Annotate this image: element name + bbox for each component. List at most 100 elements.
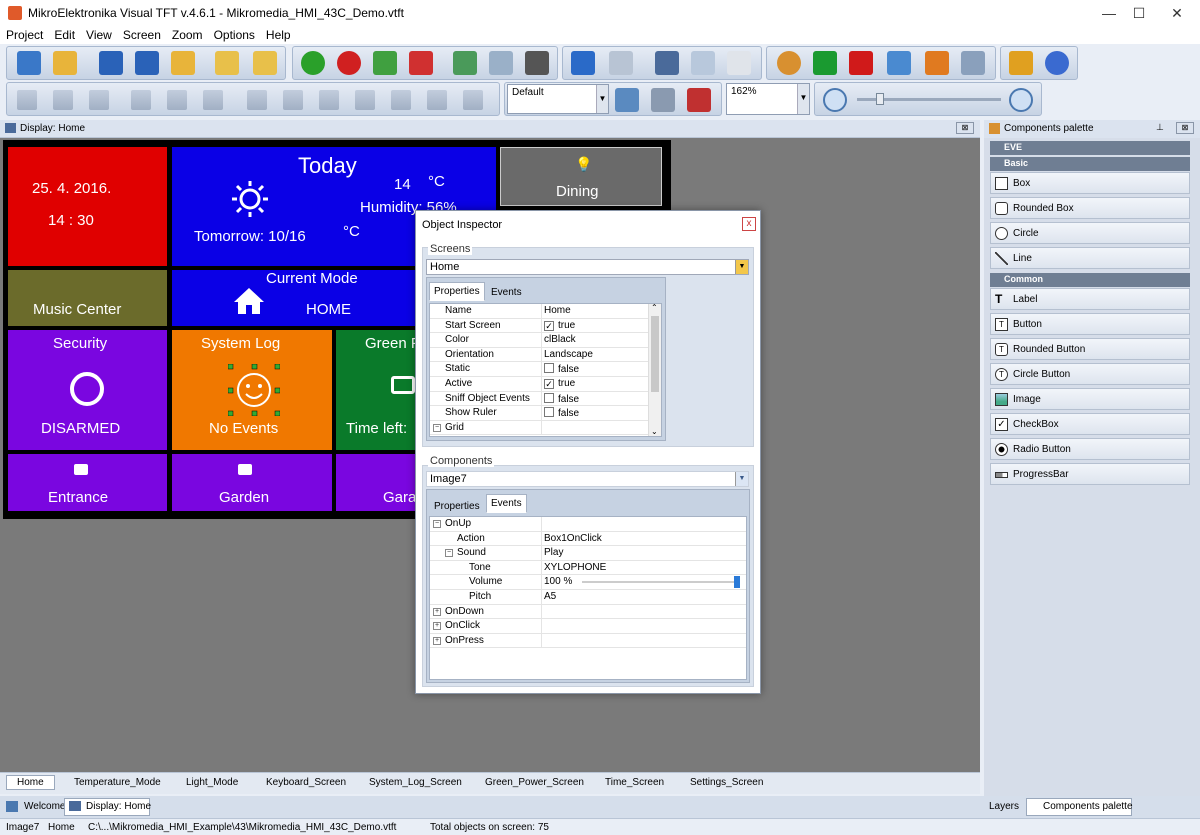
dining-tile[interactable]: 💡 Dining (500, 147, 662, 206)
event-row[interactable]: − OnUp (430, 517, 746, 532)
property-row[interactable]: Active ✓ true (430, 377, 648, 392)
property-row[interactable]: Orientation Landscape (430, 347, 648, 363)
close-project-icon[interactable] (171, 51, 195, 75)
event-row[interactable]: + OnPress (430, 633, 746, 649)
event-row[interactable]: − Sound Play (430, 546, 746, 561)
inspector-close-button[interactable]: x (742, 217, 756, 231)
undo-icon[interactable] (571, 51, 595, 75)
property-row[interactable]: Static false (430, 362, 648, 377)
object-inspector-dialog[interactable]: Object Inspector x Screens Home ▼ Proper… (415, 210, 761, 694)
preview-icon[interactable] (489, 51, 513, 75)
palette-line[interactable]: Line (990, 247, 1190, 269)
group-common[interactable]: Common (990, 273, 1190, 287)
property-value[interactable]: false (544, 392, 579, 405)
expand-icon[interactable]: + (433, 607, 441, 616)
same-size-icon[interactable] (319, 90, 339, 110)
tab-system-log-screen[interactable]: System_Log_Screen (369, 777, 462, 788)
property-value[interactable]: Home (544, 305, 571, 316)
stop-icon[interactable] (849, 51, 873, 75)
align-center-icon[interactable] (53, 90, 73, 110)
align-middle-icon[interactable] (167, 90, 187, 110)
tab-home[interactable]: Home (6, 775, 55, 790)
date-time-tile[interactable]: 25. 4. 2016. 14 : 30 (8, 147, 167, 266)
redo-icon[interactable] (609, 51, 633, 75)
collapse-icon[interactable]: − (445, 549, 453, 558)
event-row[interactable]: Pitch A5 (430, 590, 746, 605)
property-row[interactable]: Color clBlack (430, 333, 648, 348)
palette-box[interactable]: Box (990, 172, 1190, 194)
send-back-icon[interactable] (463, 90, 483, 110)
space-vertical-icon[interactable] (391, 90, 411, 110)
export-icon[interactable] (887, 51, 911, 75)
add-screen-icon[interactable] (301, 51, 325, 75)
generate-code-icon[interactable] (777, 51, 801, 75)
help-icon[interactable] (1045, 51, 1069, 75)
chevron-up-icon[interactable]: ⌃ (651, 303, 658, 312)
space-horizontal-icon[interactable] (355, 90, 375, 110)
screen-select[interactable]: Home ▼ (426, 259, 749, 275)
tab-components-palette[interactable]: Components palette (1043, 801, 1133, 812)
new-project-icon[interactable] (17, 51, 41, 75)
property-value[interactable]: ✓ true (544, 320, 575, 331)
tab-events[interactable]: Events (486, 494, 527, 513)
expand-icon[interactable]: + (433, 622, 441, 631)
menu-view[interactable]: View (86, 28, 112, 42)
event-row[interactable]: + OnDown (430, 604, 746, 620)
event-value[interactable]: 100 % (544, 576, 572, 587)
window-icon[interactable] (961, 51, 985, 75)
tab-properties[interactable]: Properties (429, 282, 485, 301)
tab-properties-component[interactable]: Properties (429, 497, 485, 516)
volume-slider-thumb[interactable] (734, 576, 740, 589)
panel-close-icon[interactable]: ⊠ (1176, 122, 1194, 134)
property-row[interactable]: Show Ruler false (430, 406, 648, 421)
tab-welcome[interactable]: Welcome (24, 801, 66, 812)
close-window-button[interactable]: ✕ (1154, 0, 1200, 26)
palette-radio-button[interactable]: Radio Button (990, 438, 1190, 460)
property-row[interactable]: − Grid (430, 420, 648, 436)
palette-progressbar[interactable]: ProgressBar (990, 463, 1190, 485)
style-combo[interactable]: Default ▼ (507, 84, 609, 114)
component-select[interactable]: Image7 ▼ (426, 471, 749, 487)
palette-circle[interactable]: Circle (990, 222, 1190, 244)
next-screen-icon[interactable] (409, 51, 433, 75)
expand-icon[interactable]: + (433, 636, 441, 645)
palette-circle-button[interactable]: T Circle Button (990, 363, 1190, 385)
checkbox-icon[interactable] (544, 392, 554, 403)
tab-time-screen[interactable]: Time_Screen (605, 777, 664, 788)
property-value[interactable]: Landscape (544, 349, 593, 360)
save-all-icon[interactable] (135, 51, 159, 75)
zoom-slider-thumb[interactable] (876, 93, 885, 105)
music-center-tile[interactable]: Music Center (8, 270, 167, 326)
property-row[interactable]: Name Home (430, 304, 648, 319)
cut-icon[interactable] (655, 51, 679, 75)
bring-front-icon[interactable] (427, 90, 447, 110)
zoom-combo[interactable]: 162% ▼ (726, 83, 810, 115)
edit-style-icon[interactable] (651, 88, 675, 112)
event-row[interactable]: Tone XYLOPHONE (430, 560, 746, 576)
remove-screen-icon[interactable] (337, 51, 361, 75)
security-tile[interactable]: Security DISARMED (8, 330, 167, 450)
entrance-tile[interactable]: Entrance (8, 454, 167, 511)
tab-temperature-mode[interactable]: Temperature_Mode (74, 777, 161, 788)
tab-display-home[interactable]: Display: Home (86, 801, 151, 812)
palette-button[interactable]: T Button (990, 313, 1190, 335)
menu-screen[interactable]: Screen (123, 28, 161, 42)
same-height-icon[interactable] (283, 90, 303, 110)
event-row[interactable]: Volume 100 % (430, 575, 746, 590)
align-bottom-icon[interactable] (203, 90, 223, 110)
previous-screen-icon[interactable] (373, 51, 397, 75)
menu-project[interactable]: Project (6, 28, 43, 42)
zoom-in-icon[interactable] (1009, 88, 1033, 112)
tab-green-power-screen[interactable]: Green_Power_Screen (485, 777, 584, 788)
menu-help[interactable]: Help (266, 28, 291, 42)
collapse-icon[interactable]: − (433, 423, 441, 432)
tab-light-mode[interactable]: Light_Mode (186, 777, 238, 788)
menu-zoom[interactable]: Zoom (172, 28, 203, 42)
tab-keyboard-screen[interactable]: Keyboard_Screen (266, 777, 346, 788)
checkbox-icon[interactable]: ✓ (544, 320, 554, 331)
new-style-icon[interactable] (615, 88, 639, 112)
menu-options[interactable]: Options (214, 28, 255, 42)
key-icon[interactable] (1009, 51, 1033, 75)
tab-settings-screen[interactable]: Settings_Screen (690, 777, 763, 788)
property-value[interactable]: ✓ true (544, 378, 575, 389)
